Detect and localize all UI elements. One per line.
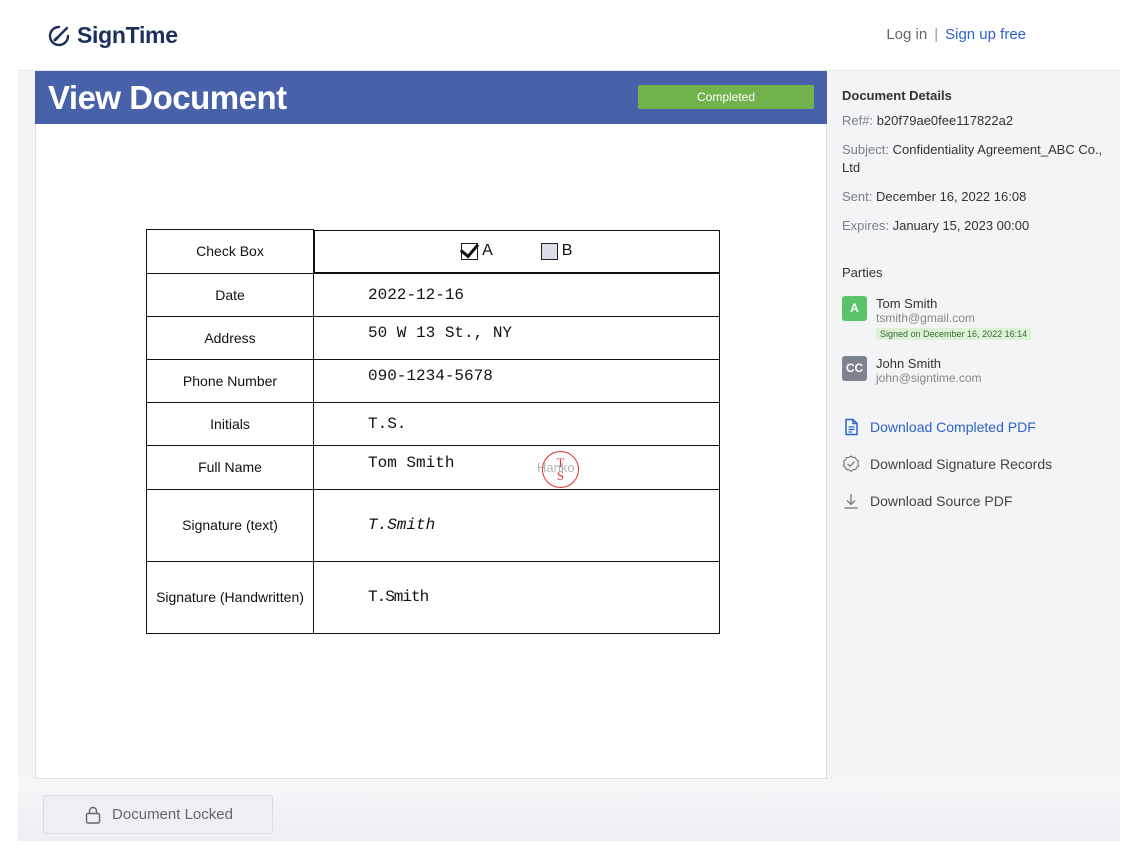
phone-label: Phone Number [146, 358, 314, 403]
download-source-label: Download Source PDF [870, 493, 1013, 509]
ref-value: b20f79ae0fee117822a2 [876, 113, 1014, 128]
full-name-value: Tom Smith [368, 454, 455, 472]
signature-text-label: Signature (text) [146, 488, 314, 562]
table-row: Signature (text) T.Smith [146, 488, 720, 562]
download-records-button[interactable]: Download Signature Records [842, 455, 1052, 473]
document-locked-button[interactable]: Document Locked [43, 795, 273, 834]
table-row: Initials T.S. [146, 401, 720, 446]
sent-value: December 16, 2022 16:08 [875, 189, 1027, 204]
lock-icon [85, 806, 101, 824]
party-info: Tom Smith tsmith@gmail.com Signed on Dec… [876, 296, 1032, 340]
sent-line: Sent: December 16, 2022 16:08 [842, 188, 1112, 206]
download-completed-button[interactable]: Download Completed PDF [842, 418, 1036, 436]
check-box-field: A B [314, 229, 720, 273]
handwritten-signature: T.Smith [313, 560, 720, 634]
checkbox-unchecked-icon [540, 242, 558, 260]
verified-badge-icon [842, 455, 860, 473]
table-row: Address 50 W 13 St., NY [146, 315, 720, 360]
party-name: Tom Smith [876, 296, 938, 311]
ref-line: Ref#: b20f79ae0fee117822a2 [842, 112, 1112, 130]
download-source-button[interactable]: Download Source PDF [842, 492, 1012, 510]
option-b: B [540, 242, 573, 260]
expires-line: Expires: January 15, 2023 00:00 [842, 217, 1112, 235]
auth-links: Log in | Sign up free [886, 26, 1026, 43]
logo-text: SignTime [77, 22, 178, 48]
avatar: A [842, 296, 867, 321]
check-box-label: Check Box [146, 229, 314, 274]
initials-label: Initials [146, 401, 314, 446]
document-locked-label: Document Locked [112, 806, 233, 823]
stamp-watermark: Hanko [537, 459, 575, 475]
download-records-label: Download Signature Records [870, 456, 1053, 472]
pen-circle-icon [48, 25, 70, 46]
option-a: A [461, 242, 493, 260]
party-item: A Tom Smith tsmith@gmail.com Signed on D… [842, 296, 1032, 340]
ref-key: Ref#: [842, 113, 874, 128]
document-form-table: Check Box A B Date 2022-12-16 Address 50… [146, 229, 720, 634]
subject-key: Subject: [842, 142, 889, 157]
option-a-label: A [482, 242, 493, 259]
document-icon [845, 418, 858, 436]
download-completed-label: Download Completed PDF [870, 419, 1036, 435]
party-email: tsmith@gmail.com [876, 311, 975, 325]
sent-key: Sent: [842, 189, 873, 204]
signed-status-badge: Signed on December 16, 2022 16:14 [876, 328, 1032, 340]
top-header: SignTime Log in | Sign up free [0, 0, 1140, 70]
checkbox-checked-icon [461, 242, 479, 260]
expires-value: January 15, 2023 00:00 [892, 218, 1030, 233]
parties-title: Parties [842, 265, 883, 280]
option-b-label: B [561, 242, 573, 259]
document-header: View Document Completed [35, 71, 827, 124]
full-name-label: Full Name [146, 444, 314, 490]
phone-value: 090-1234-5678 [313, 358, 720, 403]
signature-text-value: T.Smith [313, 488, 720, 562]
details-title: Document Details [842, 88, 952, 103]
signature-hand-label: Signature (Handwritten) [146, 560, 314, 634]
auth-separator: | [934, 26, 939, 43]
download-arrow-icon [844, 494, 858, 509]
table-row: Date 2022-12-16 [146, 272, 720, 317]
signtime-logo[interactable]: SignTime [47, 22, 178, 49]
date-value: 2022-12-16 [313, 272, 720, 317]
login-link[interactable]: Log in [886, 26, 927, 43]
initials-value: T.S. [313, 401, 720, 446]
expires-key: Expires: [842, 218, 889, 233]
table-row: Full Name Tom Smith T S Hanko [146, 444, 720, 490]
party-email: john@signtime.com [876, 371, 982, 385]
document-sidebar: Document Details Ref#: b20f79ae0fee11782… [842, 88, 1112, 509]
avatar: CC [842, 356, 867, 381]
party-name: John Smith [876, 356, 942, 371]
party-item: CC John Smith john@signtime.com [842, 356, 982, 385]
signup-link[interactable]: Sign up free [945, 26, 1026, 43]
full-name-field: Tom Smith T S Hanko [313, 444, 720, 490]
status-badge: Completed [638, 85, 814, 109]
table-row: Check Box A B [146, 229, 720, 274]
subject-line: Subject: Confidentiality Agreement_ABC C… [842, 141, 1112, 177]
table-row: Signature (Handwritten) T.Smith [146, 560, 720, 634]
table-row: Phone Number 090-1234-5678 [146, 358, 720, 403]
date-label: Date [146, 272, 314, 317]
party-info: John Smith john@signtime.com [876, 356, 982, 385]
page-title: View Document [48, 79, 287, 116]
address-label: Address [146, 315, 314, 360]
address-value: 50 W 13 St., NY [313, 315, 720, 360]
